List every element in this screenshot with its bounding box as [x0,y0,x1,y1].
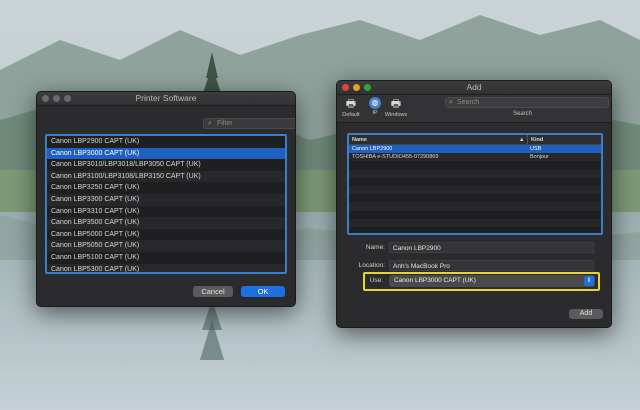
column-header-name[interactable]: Name [352,135,367,145]
list-item[interactable]: Canon LBP3250 CAPT (UK) [47,182,285,194]
use-select-value: Canon LBP3000 CAPT (UK) [394,277,476,284]
window-title: Add [466,82,482,92]
search-placeholder: Search [457,99,480,106]
row-name: TOSHIBA e-STUDIO455-07290869 [352,154,439,161]
list-item[interactable]: Canon LBP3310 CAPT (UK) [47,205,285,218]
filter-placeholder: Filter [217,120,233,127]
printer-icon: 🖶 [345,98,357,110]
row-kind: USB [530,146,542,152]
filter-input[interactable]: ⌕ Filter [203,118,295,129]
printer-software-list[interactable]: Canon LBP2900 CAPT (UK) Canon LBP3000 CA… [45,134,287,274]
toolbar-windows[interactable]: 🖶 Windows [383,97,409,118]
globe-icon: ◍ [369,97,381,109]
table-row-empty [349,169,601,178]
add-toolbar: 🖶 Default ◍ IP 🖶 Windows ⌕ Search Search [337,95,611,123]
list-item[interactable]: Canon LBP5050 CAPT (UK) [47,240,285,252]
row-kind: Bonjour [530,154,549,161]
add-button[interactable]: Add [569,309,603,319]
list-item[interactable]: Canon LBP3100/LBP3108/LBP3150 CAPT (UK) [47,170,285,183]
list-item[interactable]: Canon LBP2900 CAPT (UK) [47,136,285,148]
list-item[interactable]: Canon LBP5300 CAPT (UK) [47,263,285,272]
search-label: Search [513,111,533,117]
list-item[interactable]: Canon LBP3010/LBP3018/LBP3050 CAPT (UK) [47,159,285,171]
table-row-selected[interactable]: Canon LBP2900 USB [349,145,601,154]
name-label: Name: [365,244,385,251]
use-select[interactable]: Canon LBP3000 CAPT (UK) ⇕ [389,275,595,287]
table-row-empty [349,202,601,211]
location-field[interactable]: Anh's MacBook Pro [389,260,594,271]
list-item[interactable]: Canon LBP5100 CAPT (UK) [47,251,285,264]
chevron-updown-icon[interactable]: ⇕ [584,276,594,286]
windows-printer-icon: 🖶 [390,98,402,110]
row-name: Canon LBP2900 [352,146,393,152]
search-icon: ⌕ [449,99,453,106]
location-label: Location: [358,262,385,269]
sort-indicator-icon: ▲ [519,137,525,143]
table-header: Name ▲ Kind [349,135,601,145]
table-row[interactable]: TOSHIBA e-STUDIO455-07290869 Bonjour [349,153,601,162]
toolbar-default[interactable]: 🖶 Default [339,97,363,118]
use-label: Use: [369,277,383,284]
toolbar-windows-label: Windows [384,112,408,118]
column-header-kind[interactable]: Kind [527,135,543,145]
list-item[interactable]: Canon LBP3300 CAPT (UK) [47,193,285,206]
table-row-empty [349,226,601,233]
table-row-empty [349,210,601,219]
table-row-empty [349,185,601,195]
add-titlebar: Add [337,81,611,95]
printer-software-titlebar: Printer Software [37,92,295,106]
search-icon: ⌕ [208,120,212,127]
table-row-empty [349,177,601,186]
list-item-selected[interactable]: Canon LBP3000 CAPT (UK) [47,147,285,160]
search-input[interactable]: ⌕ Search [445,97,609,108]
ok-button[interactable]: OK [241,286,285,297]
printer-table[interactable]: Name ▲ Kind Canon LBP2900 USB TOSHIBA e-… [347,133,603,235]
window-title: Printer Software [135,93,197,103]
add-printer-window: Add 🖶 Default ◍ IP 🖶 Windows ⌕ Search Se… [336,80,612,328]
list-item[interactable]: Canon LBP3500 CAPT (UK) [47,217,285,229]
printer-software-window: Printer Software ⌕ Filter Canon LBP2900 … [36,91,296,307]
list-item[interactable]: Canon LBP5000 CAPT (UK) [47,228,285,241]
toolbar-ip-label: IP [372,110,378,116]
name-field[interactable]: Canon LBP2900 [389,242,594,253]
toolbar-default-label: Default [342,112,360,118]
cancel-button[interactable]: Cancel [193,286,233,297]
table-row-empty [349,161,601,170]
table-row-empty [349,194,601,203]
table-row-empty [349,218,601,227]
